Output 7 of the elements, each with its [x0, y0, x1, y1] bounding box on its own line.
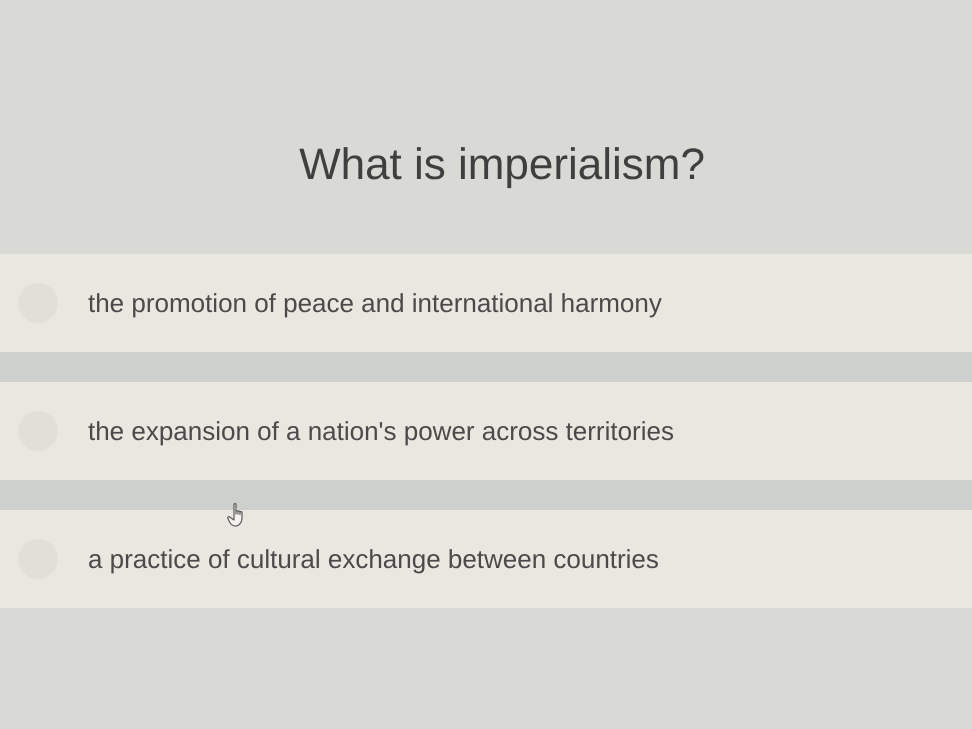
answer-option[interactable]: the promotion of peace and international harmony: [0, 254, 972, 352]
option-label: the expansion of a nation's power across territories: [88, 414, 674, 448]
option-label: a practice of cultural exchange between countries: [88, 542, 659, 576]
option-label: the promotion of peace and international harmony: [88, 286, 662, 320]
answer-option[interactable]: a practice of cultural exchange between countries: [0, 510, 972, 608]
answer-option[interactable]: the expansion of a nation's power across territories: [0, 382, 972, 480]
question-title: What is imperialism?: [299, 139, 705, 191]
